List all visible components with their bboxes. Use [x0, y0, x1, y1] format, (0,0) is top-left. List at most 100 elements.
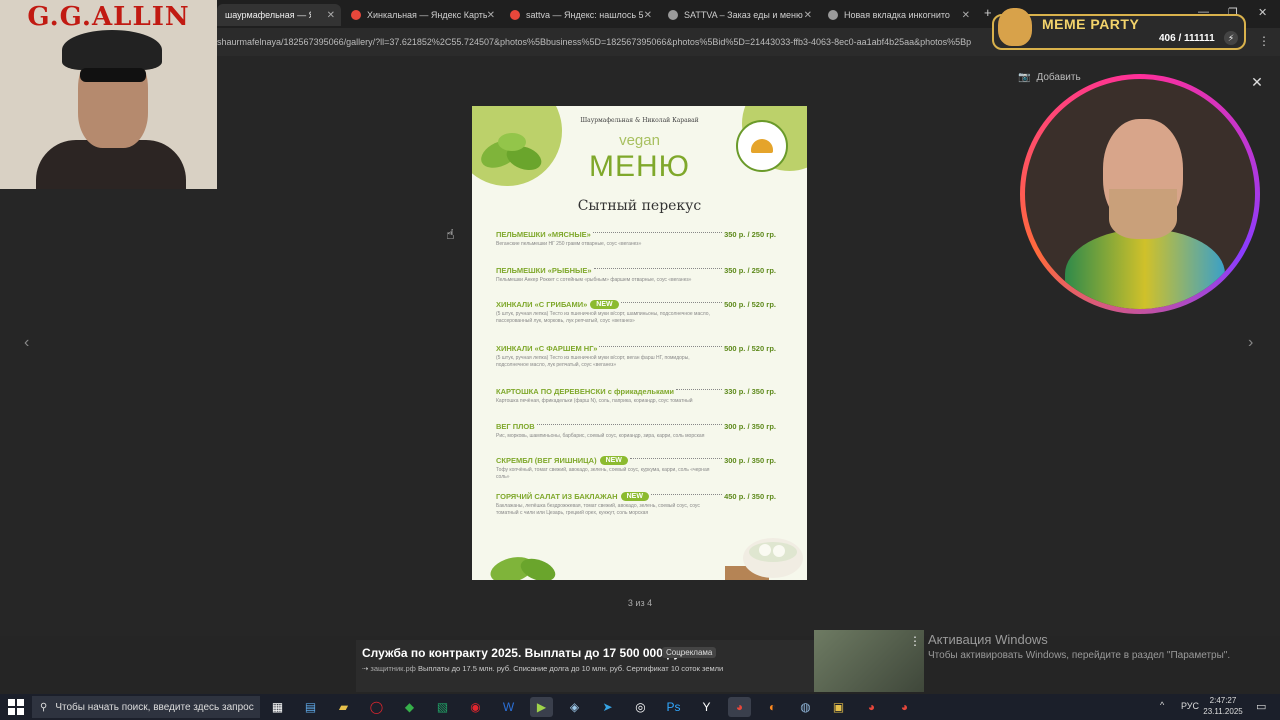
- item-name: ХИНКАЛИ «С ФАРШЕМ НГ»: [496, 344, 598, 353]
- app-icon[interactable]: ◈: [563, 697, 586, 717]
- taskbar-apps: ▦ ▤ ▰ ◯ ◆ ▧ ◉ W ▶ ◈ ➤ ◎ Ps Y ◕ ◐ ◍ ▣ ◕ ◕: [266, 697, 916, 717]
- overlay-portrait: G.G.ALLIN: [0, 0, 217, 189]
- menu-title: МЕНЮ: [589, 150, 690, 183]
- webcam-shirt: [1065, 229, 1225, 309]
- tab-khinkalnaya[interactable]: Хинкальная — Яндекс Карты ✕: [343, 4, 501, 26]
- obs-icon[interactable]: ◎: [629, 697, 652, 717]
- clock[interactable]: 2:47:27 23.11.2025: [1200, 695, 1246, 717]
- tab-incognito[interactable]: Новая вкладка инкогнито ✕: [820, 4, 976, 26]
- item-description: Пельмешки Анкер Роккет с сотейным «рыбны…: [496, 277, 692, 283]
- item-price: 450 р. / 350 гр.: [724, 492, 776, 501]
- opera-icon[interactable]: ◯: [365, 697, 388, 717]
- chrome-icon[interactable]: ◕: [893, 697, 916, 717]
- meme-title: MEME PARTY: [1042, 16, 1140, 32]
- item-description: Рис, морковь, шампиньоны, барбарис, соев…: [496, 433, 705, 439]
- ad-image[interactable]: [814, 630, 924, 692]
- menu-item: ВЕГ ПЛОВ 300 р. / 350 гр. Рис, морковь, ш…: [496, 422, 776, 440]
- lightning-icon: ⚡: [1224, 31, 1238, 45]
- webcam-beard: [1109, 189, 1177, 239]
- item-name: ПЕЛЬМЕШКИ «МЯСНЫЕ»: [496, 230, 591, 239]
- menu-subtitle: Сытный перекус: [577, 198, 702, 214]
- steam-icon[interactable]: ◍: [794, 697, 817, 717]
- tab-shaurmafelnaya[interactable]: шаурмафельная — Яндекс Ка ✕: [217, 4, 341, 26]
- language-indicator[interactable]: РУС: [1181, 701, 1199, 711]
- ad-text: Выплаты до 17.5 млн. руб. Списание долга…: [417, 664, 724, 673]
- firefox-icon[interactable]: ◐: [761, 697, 784, 717]
- tab-sattva-menu[interactable]: SATTVA – Заказ еды и меню с д ✕: [660, 4, 818, 26]
- dumplings-bowl-icon: [725, 538, 803, 580]
- close-gallery-button[interactable]: ✕: [1248, 73, 1266, 91]
- task-view-icon[interactable]: ▦: [266, 697, 289, 717]
- ad-site[interactable]: защитник.рф: [370, 664, 415, 673]
- doge-icon: [998, 8, 1032, 46]
- url-field[interactable]: shaurmafelnaya/182567395066/gallery/?ll=…: [217, 37, 997, 47]
- tab-title: шаурмафельная — Яндекс Ка: [225, 10, 311, 20]
- menu-brand: Шаурмафельная & Николай Каравай: [580, 117, 699, 124]
- chrome-icon[interactable]: ◕: [728, 697, 751, 717]
- new-badge: NEW: [599, 456, 628, 465]
- yandex-browser-icon[interactable]: Y: [695, 697, 718, 717]
- taskbar-search[interactable]: ⚲ Чтобы начать поиск, введите здесь запр…: [32, 696, 260, 718]
- ad-title[interactable]: Служба по контракту 2025. Выплаты до 17 …: [362, 646, 691, 660]
- ad-line: ⇢ защитник.рф Выплаты до 17.5 млн. руб. …: [362, 664, 723, 673]
- clock-time: 2:47:27: [1209, 696, 1237, 705]
- item-description: (5 штук, ручная лепка) Тесто из пшенично…: [496, 355, 690, 368]
- excel-icon[interactable]: ▧: [431, 697, 454, 717]
- taskbar: ⚲ Чтобы начать поиск, введите здесь запр…: [0, 694, 1280, 720]
- tab-close-icon[interactable]: ✕: [962, 10, 970, 21]
- new-badge: NEW: [620, 492, 649, 501]
- app-icon[interactable]: ▣: [827, 697, 850, 717]
- item-name: ПЕЛЬМЕШКИ «РЫБНЫЕ»: [496, 266, 592, 275]
- next-photo-button[interactable]: ›: [1248, 334, 1253, 352]
- activation-title: Активация Windows: [928, 632, 1048, 647]
- tray-chevron-icon[interactable]: ^: [1160, 700, 1164, 710]
- folder-icon[interactable]: ▰: [332, 697, 355, 717]
- menu-item: ГОРЯЧИЙ САЛАТ ИЗ БАКЛАЖАН NEW 450 р. / 350…: [496, 492, 776, 516]
- tab-title: Новая вкладка инкогнито: [844, 10, 950, 20]
- tab-title: SATTVA – Заказ еды и меню с д: [684, 10, 804, 20]
- photo-counter: 3 из 4: [627, 598, 653, 608]
- explorer-icon[interactable]: ▤: [299, 697, 322, 717]
- item-description: Веганские пельмешки НГ 250 грамм отварны…: [496, 241, 642, 247]
- windows-activation-watermark: Активация Windows Чтобы активировать Win…: [928, 632, 1230, 661]
- word-icon[interactable]: W: [497, 697, 520, 717]
- tab-close-icon[interactable]: ✕: [804, 10, 812, 21]
- item-price: 350 р. / 250 гр.: [724, 230, 776, 239]
- new-tab-button[interactable]: +: [984, 5, 992, 20]
- chrome-icon[interactable]: ◕: [860, 697, 883, 717]
- photoshop-icon[interactable]: Ps: [662, 697, 685, 717]
- item-description: Баклажаны, лепёшка бездрожжевая, томат с…: [496, 503, 700, 516]
- menu-item: ПЕЛЬМЕШКИ «МЯСНЫЕ» 350 р. / 250 гр. Веган…: [496, 230, 776, 248]
- item-price: 500 р. / 520 гр.: [724, 344, 776, 353]
- menu-item: ХИНКАЛИ «С ГРИБАМИ» NEW 500 р. / 520 гр. (…: [496, 300, 776, 324]
- item-price: 300 р. / 350 гр.: [724, 456, 776, 465]
- meme-counter: 406 / 111111: [1159, 33, 1215, 44]
- item-price: 500 р. / 520 гр.: [724, 300, 776, 309]
- tab-sattva-search[interactable]: sattva — Яндекс: нашлось 5 тыс ✕: [502, 4, 658, 26]
- ad-banner[interactable]: Служба по контракту 2025. Выплаты до 17 …: [356, 630, 924, 692]
- yandex-icon: [510, 10, 520, 20]
- menu-item: КАРТОШКА ПО ДЕРЕВЕНСКИ с фрикадельками 33…: [496, 387, 776, 405]
- notifications-icon[interactable]: ▭: [1256, 700, 1266, 713]
- item-description: Картошка печёная, фрикадельки (фарш N), …: [496, 398, 693, 404]
- tab-close-icon[interactable]: ✕: [487, 10, 495, 21]
- item-name: СКРЕМБЛ (ВЕГ ЯИШНИЦА): [496, 456, 597, 465]
- new-badge: NEW: [590, 300, 619, 309]
- previous-photo-button[interactable]: ‹: [24, 334, 29, 352]
- ad-tag: Соцреклама: [662, 647, 717, 658]
- tab-title: sattva — Яндекс: нашлось 5 тыс: [526, 10, 644, 20]
- item-description: Тофу копчёный, томат свежий, авокадо, зе…: [496, 467, 710, 480]
- telegram-icon[interactable]: ➤: [596, 697, 619, 717]
- media-player-icon[interactable]: ▶: [530, 697, 553, 717]
- ad-menu-icon[interactable]: ⋮: [909, 634, 921, 648]
- browser-menu-icon[interactable]: ⋮: [1258, 34, 1270, 48]
- close-window-button[interactable]: ✕: [1258, 6, 1267, 19]
- add-photo-button[interactable]: 📷 Добавить: [1018, 72, 1081, 83]
- tab-close-icon[interactable]: ✕: [644, 10, 652, 21]
- map-pin-icon: [351, 10, 361, 20]
- windows-start-icon[interactable]: [8, 699, 24, 715]
- acrobat-icon[interactable]: ◆: [398, 697, 421, 717]
- opera-gx-icon[interactable]: ◉: [464, 697, 487, 717]
- tab-close-icon[interactable]: ✕: [327, 10, 335, 21]
- menu-item: СКРЕМБЛ (ВЕГ ЯИШНИЦА) NEW 300 р. / 350 гр.…: [496, 456, 776, 480]
